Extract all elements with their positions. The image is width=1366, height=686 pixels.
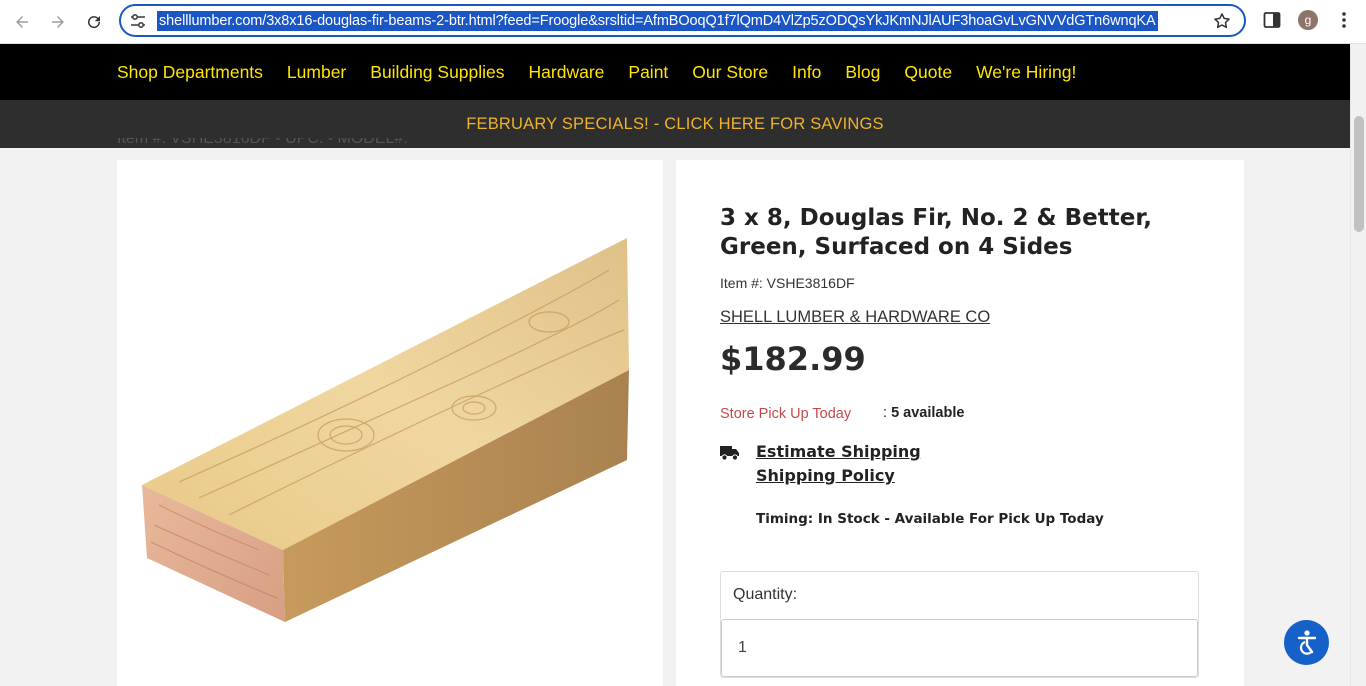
availability: : 5 available xyxy=(883,405,965,421)
quantity-input[interactable] xyxy=(721,619,1198,677)
back-icon[interactable] xyxy=(8,8,36,36)
promo-text[interactable]: FEBRUARY SPECIALS! - CLICK HERE FOR SAVI… xyxy=(466,115,884,134)
accessibility-icon xyxy=(1297,629,1316,655)
reload-icon[interactable] xyxy=(80,8,108,36)
shipping-policy-link[interactable]: Shipping Policy xyxy=(756,466,895,485)
address-bar[interactable]: shelllumber.com/3x8x16-douglas-fir-beams… xyxy=(119,4,1246,37)
item-meta-line: Item #: VSHE3816DF - UPC: - MODEL#: xyxy=(117,138,437,152)
truck-icon xyxy=(720,446,739,461)
product-image[interactable] xyxy=(139,230,639,630)
profile-avatar[interactable]: g xyxy=(1298,10,1318,30)
availability-count: 5 available xyxy=(891,405,965,421)
side-panel-icon[interactable] xyxy=(1262,10,1282,30)
page-scrollbar[interactable] xyxy=(1350,44,1366,686)
estimate-shipping-link[interactable]: Estimate Shipping xyxy=(756,442,921,461)
product-title: 3 x 8, Douglas Fir, No. 2 & Better, Gree… xyxy=(720,205,1153,260)
nav-links: Shop Departments Lumber Building Supplie… xyxy=(117,44,1076,100)
nav-item-hiring[interactable]: We're Hiring! xyxy=(976,62,1076,83)
item-meta-text: Item #: VSHE3816DF - UPC: - MODEL#: xyxy=(117,138,408,147)
scrollbar-thumb[interactable] xyxy=(1354,116,1364,232)
nav-item-building-supplies[interactable]: Building Supplies xyxy=(370,62,504,83)
product-price: $182.99 xyxy=(720,340,866,378)
url-text[interactable]: shelllumber.com/3x8x16-douglas-fir-beams… xyxy=(157,11,1158,31)
pickup-label: Store Pick Up Today xyxy=(720,406,852,422)
stock-timing: Timing: In Stock - Available For Pick Up… xyxy=(756,511,1104,527)
nav-item-quote[interactable]: Quote xyxy=(904,62,952,83)
kebab-menu-icon[interactable] xyxy=(1334,10,1354,30)
forward-icon[interactable] xyxy=(44,8,72,36)
nav-item-shop-departments[interactable]: Shop Departments xyxy=(117,62,263,83)
nav-item-info[interactable]: Info xyxy=(792,62,821,83)
nav-item-lumber[interactable]: Lumber xyxy=(287,62,346,83)
site-settings-icon[interactable] xyxy=(129,13,147,29)
nav-item-blog[interactable]: Blog xyxy=(845,62,880,83)
quantity-box: Quantity: xyxy=(720,571,1199,678)
item-number: Item #: VSHE3816DF xyxy=(720,275,855,291)
browser-toolbar: shelllumber.com/3x8x16-douglas-fir-beams… xyxy=(0,0,1366,44)
site-nav: Shop Departments Lumber Building Supplie… xyxy=(0,44,1350,100)
accessibility-button[interactable] xyxy=(1284,620,1329,665)
product-info-card: 3 x 8, Douglas Fir, No. 2 & Better, Gree… xyxy=(676,160,1244,686)
quantity-label: Quantity: xyxy=(733,586,798,603)
nav-item-paint[interactable]: Paint xyxy=(628,62,668,83)
brand-link[interactable]: SHELL LUMBER & HARDWARE CO xyxy=(720,308,990,327)
nav-item-hardware[interactable]: Hardware xyxy=(529,62,605,83)
product-image-card xyxy=(117,160,663,686)
bookmark-star-icon[interactable] xyxy=(1212,11,1232,31)
nav-item-our-store[interactable]: Our Store xyxy=(692,62,768,83)
